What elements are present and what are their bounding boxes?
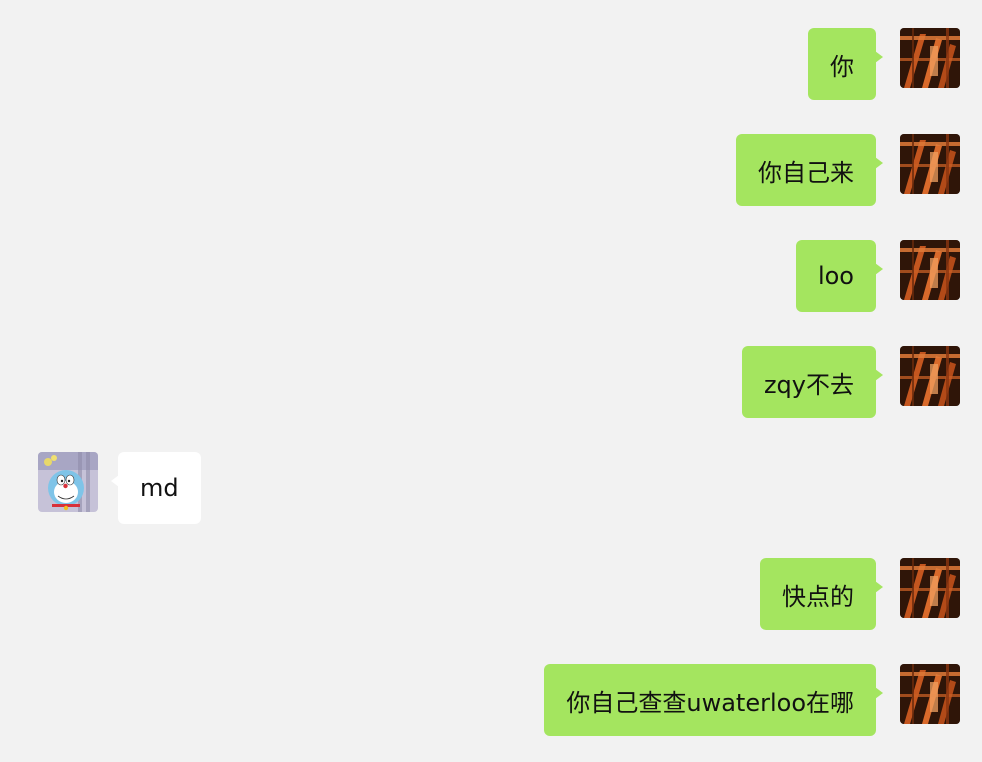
message-text: loo — [817, 262, 854, 290]
my-avatar-icon[interactable] — [900, 346, 960, 406]
message-bubble-outgoing[interactable]: 你自己查查uwaterloo在哪 — [544, 664, 883, 736]
message-text: 你自己查查uwaterloo在哪 — [566, 688, 854, 717]
message-row-outgoing: 你自己来 — [0, 134, 982, 206]
message-row-outgoing: 快点的 — [0, 558, 982, 630]
message-text: md — [140, 474, 179, 502]
message-bubble-outgoing[interactable]: zqy不去 — [741, 346, 884, 418]
message-row-incoming: md — [0, 452, 982, 524]
message-bubble-incoming[interactable]: md — [111, 452, 201, 524]
chat-message-list: 你 你自己来 loo zqy不去 md 快点的 你自己查查uwaterloo在哪 — [0, 0, 982, 762]
message-bubble-outgoing[interactable]: 快点的 — [760, 558, 883, 630]
my-avatar-icon[interactable] — [900, 28, 960, 88]
message-bubble-outgoing[interactable]: 你 — [808, 28, 883, 100]
my-avatar-icon[interactable] — [900, 240, 960, 300]
message-text: 快点的 — [782, 582, 854, 611]
message-row-outgoing: loo — [0, 240, 982, 312]
message-text: 你 — [830, 52, 854, 81]
message-row-outgoing: 你 — [0, 28, 982, 100]
message-text: zqy不去 — [763, 370, 854, 399]
my-avatar-icon[interactable] — [900, 134, 960, 194]
message-bubble-outgoing[interactable]: 你自己来 — [736, 134, 883, 206]
contact-avatar-icon[interactable] — [38, 452, 98, 512]
message-row-outgoing: zqy不去 — [0, 346, 982, 418]
message-text: 你自己来 — [758, 158, 854, 187]
message-row-outgoing: 你自己查查uwaterloo在哪 — [0, 664, 982, 736]
my-avatar-icon[interactable] — [900, 664, 960, 724]
my-avatar-icon[interactable] — [900, 558, 960, 618]
message-bubble-outgoing[interactable]: loo — [795, 240, 884, 312]
